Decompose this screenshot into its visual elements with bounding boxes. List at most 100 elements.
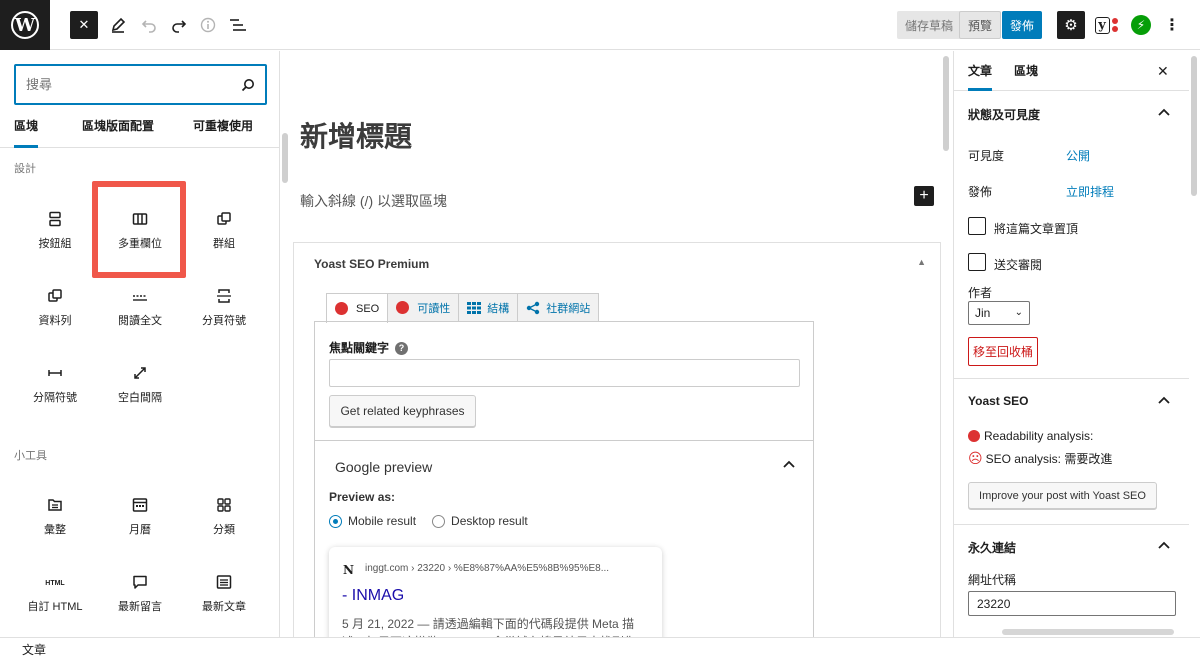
close-inserter-button[interactable]: ✕	[70, 11, 98, 39]
readability-status[interactable]: Readability analysis:	[968, 429, 1093, 443]
block-spacer[interactable]: 空白間隔	[97, 353, 183, 425]
red-dot-icon	[396, 301, 410, 314]
yoast-button[interactable]: y	[1092, 11, 1120, 39]
save-draft-button[interactable]: 儲存草稿	[897, 11, 962, 39]
chevron-up-icon[interactable]	[1158, 541, 1170, 552]
visibility-toggle[interactable]: 公開	[1066, 147, 1090, 164]
block-calendar[interactable]: 月曆	[97, 485, 183, 557]
seo-status[interactable]: ☹ SEO analysis: 需要改進	[968, 450, 1112, 467]
block-archives[interactable]: 彙整	[12, 485, 98, 557]
readability-label: Readability analysis:	[984, 429, 1094, 443]
block-breadcrumb-bar: 文章	[0, 637, 1200, 658]
block-label: 最新留言	[118, 601, 162, 613]
redo-button[interactable]	[165, 11, 193, 39]
author-select[interactable]: Jin ⌄	[968, 301, 1030, 325]
block-page-break[interactable]: 分頁符號	[181, 276, 267, 348]
mobile-result-label[interactable]: Mobile result	[348, 514, 416, 528]
editor-scrollbar[interactable]	[943, 56, 949, 151]
jetpack-button[interactable]: ⚡	[1127, 11, 1155, 39]
html-icon: HTML	[45, 580, 65, 587]
mobile-result-radio[interactable]	[329, 514, 342, 528]
preview-as-label: Preview as:	[329, 490, 396, 504]
desktop-result-radio[interactable]	[432, 514, 446, 528]
details-button[interactable]	[194, 11, 222, 39]
yoast-tabs: SEO 可讀性 結構 社群網站	[326, 293, 600, 323]
block-search-input[interactable]	[26, 77, 241, 92]
permalink-title[interactable]: 永久連結	[968, 539, 1016, 556]
chevron-up-icon[interactable]	[783, 459, 795, 471]
sidebar-scrollbar[interactable]	[1191, 56, 1197, 196]
yoast-tab-seo[interactable]: SEO	[326, 293, 389, 323]
publish-date-toggle[interactable]: 立即排程	[1066, 183, 1114, 200]
publish-button[interactable]: 發佈	[1002, 11, 1042, 39]
options-button[interactable]: ⋮	[1158, 11, 1186, 39]
google-serp-preview[interactable]: N inggt.com › 23220 › %E8%87%AA%E5%8B%95…	[329, 547, 662, 637]
pending-review-label[interactable]: 送交審閱	[994, 256, 1042, 273]
yoast-tab-social[interactable]: 社群網站	[517, 293, 600, 321]
wordpress-logo-icon[interactable]: W	[0, 0, 50, 50]
tab-blocks[interactable]: 區塊	[14, 111, 39, 148]
move-to-trash-button[interactable]: 移至回收桶	[968, 337, 1039, 366]
block-row[interactable]: 資料列	[12, 276, 98, 348]
search-icon[interactable]	[241, 78, 255, 92]
block-latest-posts[interactable]: 最新文章	[181, 562, 267, 634]
improve-post-button[interactable]: Improve your post with Yoast SEO	[968, 482, 1157, 509]
focus-keyphrase-label-text: 焦點關鍵字	[329, 341, 390, 355]
horizontal-scrollbar[interactable]	[1002, 629, 1174, 635]
block-label: 月曆	[129, 524, 151, 536]
tab-patterns[interactable]: 區塊版面配置	[82, 111, 154, 148]
settings-button[interactable]: ⚙	[1057, 11, 1085, 39]
help-icon[interactable]: ?	[395, 342, 409, 355]
block-custom-html[interactable]: HTML 自訂 HTML	[12, 562, 98, 634]
categories-icon	[217, 498, 231, 512]
block-more[interactable]: 閱讀全文	[97, 276, 183, 348]
more-vertical-icon: ⋮	[1164, 17, 1180, 34]
row-icon	[48, 289, 62, 302]
collapse-triangle-icon[interactable]: ▲	[917, 257, 926, 267]
block-buttons[interactable]: 按鈕組	[12, 199, 98, 271]
list-view-button[interactable]	[224, 11, 252, 39]
block-categories[interactable]: 分類	[181, 485, 267, 557]
sticky-checkbox[interactable]	[968, 217, 986, 235]
tab-post[interactable]: 文章	[968, 51, 993, 91]
preview-button[interactable]: 預覽	[959, 11, 1002, 39]
pending-review-checkbox[interactable]	[968, 253, 986, 271]
inserter-scrollbar[interactable]	[282, 133, 288, 183]
block-group[interactable]: 群組	[181, 199, 267, 271]
block-columns[interactable]: 多重欄位	[97, 199, 183, 271]
undo-button[interactable]	[135, 11, 163, 39]
tab-block[interactable]: 區塊	[1014, 51, 1038, 91]
related-keyphrases-button[interactable]: Get related keyphrases	[329, 395, 476, 427]
jetpack-icon: ⚡	[1131, 15, 1151, 35]
google-preview-heading[interactable]: Google preview	[335, 459, 432, 475]
wordpress-logo-letter: W	[11, 11, 39, 39]
focus-keyphrase-input[interactable]	[329, 359, 800, 387]
desktop-result-label[interactable]: Desktop result	[451, 514, 528, 528]
chevron-up-icon[interactable]	[1158, 108, 1170, 119]
page-break-icon	[217, 289, 231, 303]
post-title[interactable]: 新增標題	[300, 115, 412, 155]
breadcrumb-item[interactable]: 文章	[22, 641, 46, 658]
yoast-tab-readability[interactable]: 可讀性	[387, 293, 460, 321]
divider	[315, 440, 813, 441]
status-visibility-title[interactable]: 狀態及可見度	[968, 106, 1040, 123]
sad-face-icon: ☹	[968, 450, 983, 466]
sticky-label[interactable]: 將這篇文章置頂	[994, 220, 1078, 237]
tools-button[interactable]	[104, 11, 132, 39]
list-view-icon	[230, 19, 246, 31]
author-label: 作者	[968, 286, 993, 300]
chevron-up-icon[interactable]	[1158, 396, 1170, 407]
add-block-button[interactable]: +	[914, 186, 934, 206]
block-separator[interactable]: 分隔符號	[12, 353, 98, 425]
close-sidebar-icon[interactable]: ✕	[1157, 63, 1169, 80]
block-search[interactable]	[14, 64, 267, 105]
yoast-tab-schema[interactable]: 結構	[458, 293, 519, 321]
block-latest-comments[interactable]: 最新留言	[97, 562, 183, 634]
block-appender-placeholder[interactable]: 輸入斜線 (/) 以選取區塊	[300, 191, 447, 211]
block-label: 資料列	[38, 315, 72, 327]
slug-input[interactable]: 23220	[968, 591, 1176, 616]
yoast-icon: y	[1094, 16, 1118, 34]
tab-reusable[interactable]: 可重複使用	[193, 111, 253, 148]
focus-keyphrase-label: 焦點關鍵字?	[329, 339, 409, 356]
yoast-sidebar-title[interactable]: Yoast SEO	[968, 394, 1028, 408]
